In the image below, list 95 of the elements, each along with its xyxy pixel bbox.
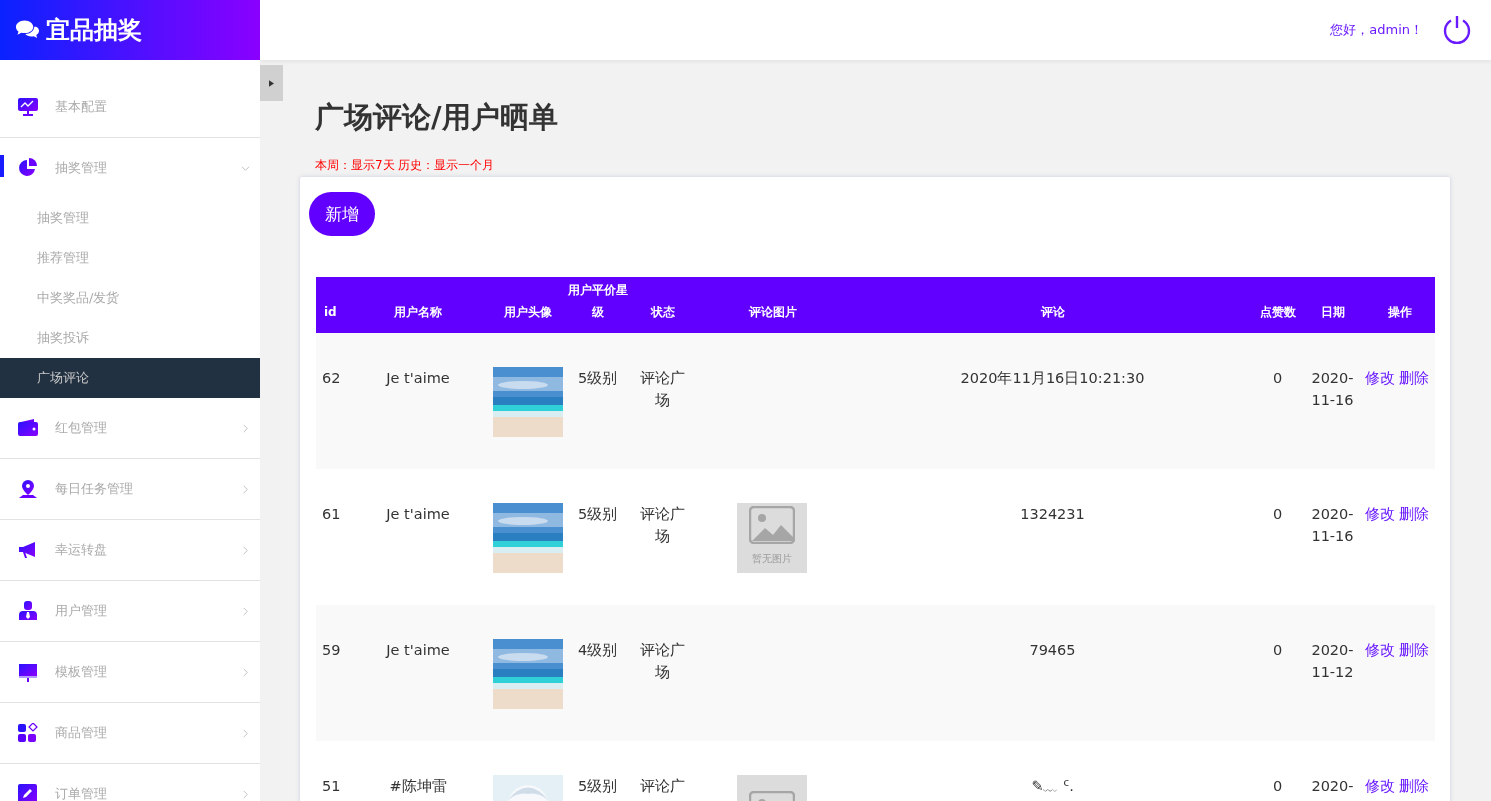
monitor-icon: [18, 97, 38, 117]
page-title: 广场评论/用户晒单: [315, 99, 559, 136]
chevron-right-icon: [241, 423, 250, 433]
table-cell: 59: [322, 642, 341, 658]
sidebar-item[interactable]: 每日任务管理: [0, 459, 260, 520]
menu-label: 红包管理: [55, 419, 108, 437]
action-link[interactable]: 修改: [1365, 506, 1395, 522]
chevron-right-icon: [241, 728, 250, 738]
column-header: 操作: [1388, 305, 1412, 319]
action-link[interactable]: 删除: [1399, 506, 1429, 522]
column-header: 评论: [1040, 305, 1065, 319]
table-cell: 0: [1272, 642, 1283, 658]
sidebar-item[interactable]: 抽奖管理: [0, 138, 260, 198]
table-cell: #陈坤雷: [389, 778, 447, 794]
board-icon: [18, 662, 38, 682]
column-header: 日期: [1320, 305, 1345, 319]
menu-label: 幸运转盘: [55, 541, 108, 559]
table-cell: 5级别: [577, 778, 618, 794]
sidebar-item[interactable]: 幸运转盘: [0, 520, 260, 581]
power-icon[interactable]: [1441, 14, 1473, 46]
chevron-right-icon: [241, 667, 250, 677]
submenu-item[interactable]: 抽奖管理: [0, 198, 260, 238]
table-cell-text: 评论广场: [639, 505, 686, 546]
column-header: 用户头像: [503, 305, 552, 319]
caret-icon: [269, 79, 274, 87]
sidebar-item[interactable]: 模板管理: [0, 642, 260, 703]
column-header: 用户平价星级: [567, 283, 628, 319]
pie-icon: [18, 158, 38, 178]
chevron-right-icon: [241, 789, 250, 799]
chevron-right-icon: [241, 606, 250, 616]
brand-title: 宜品抽奖: [46, 15, 142, 46]
table-cell-text: 2020-: [1310, 777, 1355, 796]
notice-text: 本周：显示7天 历史：显示一个月: [315, 157, 496, 174]
table-cell-text: 评论广: [639, 777, 686, 796]
menu-label: 模板管理: [55, 663, 108, 681]
action-link[interactable]: 修改: [1365, 778, 1395, 794]
table-cell: 2020年11月16日10:21:30: [960, 370, 1145, 386]
table-cell: 62: [322, 370, 341, 386]
menu-label: 用户管理: [55, 602, 108, 620]
wallet-icon: [18, 418, 38, 438]
action-link[interactable]: 修改: [1365, 370, 1395, 386]
table-cell: 5级别: [577, 506, 618, 522]
table-cell-text: 2020-11-16: [1310, 369, 1355, 410]
chevron-right-icon: [241, 545, 250, 555]
table-cell: 1324231: [1020, 506, 1085, 522]
action-link[interactable]: 删除: [1399, 370, 1429, 386]
image-icon: [749, 506, 795, 544]
add-button[interactable]: 新增: [309, 192, 375, 236]
table-cell-text: 评论广场: [639, 641, 686, 682]
chevron-down-icon: [241, 163, 250, 173]
table-cell: 0: [1272, 506, 1283, 522]
column-header: 状态: [650, 305, 675, 319]
table-cell: Je t'aime: [386, 370, 450, 386]
column-header: 用户名称: [394, 305, 442, 319]
table-cell: 5级别: [577, 370, 618, 386]
table-cell: 0: [1272, 370, 1283, 386]
menu-label: 基本配置: [55, 98, 108, 116]
table-cell-text: 评论广场: [639, 369, 686, 410]
user-icon: [18, 601, 38, 621]
column-header: 点赞数: [1259, 305, 1296, 319]
action-link[interactable]: 删除: [1399, 778, 1429, 794]
menu-label: 每日任务管理: [55, 480, 134, 498]
table-cell: Je t'aime: [386, 506, 450, 522]
apps-icon: [18, 723, 38, 743]
sidebar-item[interactable]: 订单管理: [0, 764, 260, 801]
table-cell: ✎﹏ ᑦ.: [1031, 778, 1074, 794]
sidebar-item[interactable]: 商品管理: [0, 703, 260, 764]
menu-label: 抽奖管理: [55, 159, 108, 177]
table-cell-text: 2020-11-16: [1310, 505, 1355, 546]
submenu-item[interactable]: 广场评论: [0, 358, 260, 398]
submenu-item[interactable]: 中奖奖品/发货: [0, 278, 260, 318]
table-cell: 61: [322, 506, 341, 522]
menu-label: 商品管理: [55, 724, 108, 742]
table-cell: 51: [322, 778, 341, 794]
greeting: 您好，admin！: [1330, 21, 1423, 39]
table-cell: 79465: [1029, 642, 1076, 658]
table-cell: Je t'aime: [386, 642, 450, 658]
table-cell: 0: [1272, 778, 1283, 794]
action-link[interactable]: 删除: [1399, 642, 1429, 658]
sidebar-toggle[interactable]: [260, 65, 283, 101]
menu-label: 订单管理: [55, 785, 108, 801]
action-link[interactable]: 修改: [1365, 642, 1395, 658]
table-cell-text: 2020-11-12: [1310, 641, 1355, 682]
sidebar-item[interactable]: 基本配置: [0, 77, 260, 138]
megaphone-icon: [18, 540, 38, 560]
submenu-item[interactable]: 抽奖投诉: [0, 318, 260, 358]
sidebar-item[interactable]: 用户管理: [0, 581, 260, 642]
table-cell: 4级别: [577, 642, 618, 658]
chat-icon: [15, 19, 40, 41]
submenu-item[interactable]: 推荐管理: [0, 238, 260, 278]
column-header: id: [324, 305, 337, 319]
column-header: 评论图片: [748, 305, 797, 319]
chevron-right-icon: [241, 484, 250, 494]
pin-icon: [18, 479, 38, 499]
sidebar-item[interactable]: 红包管理: [0, 398, 260, 459]
